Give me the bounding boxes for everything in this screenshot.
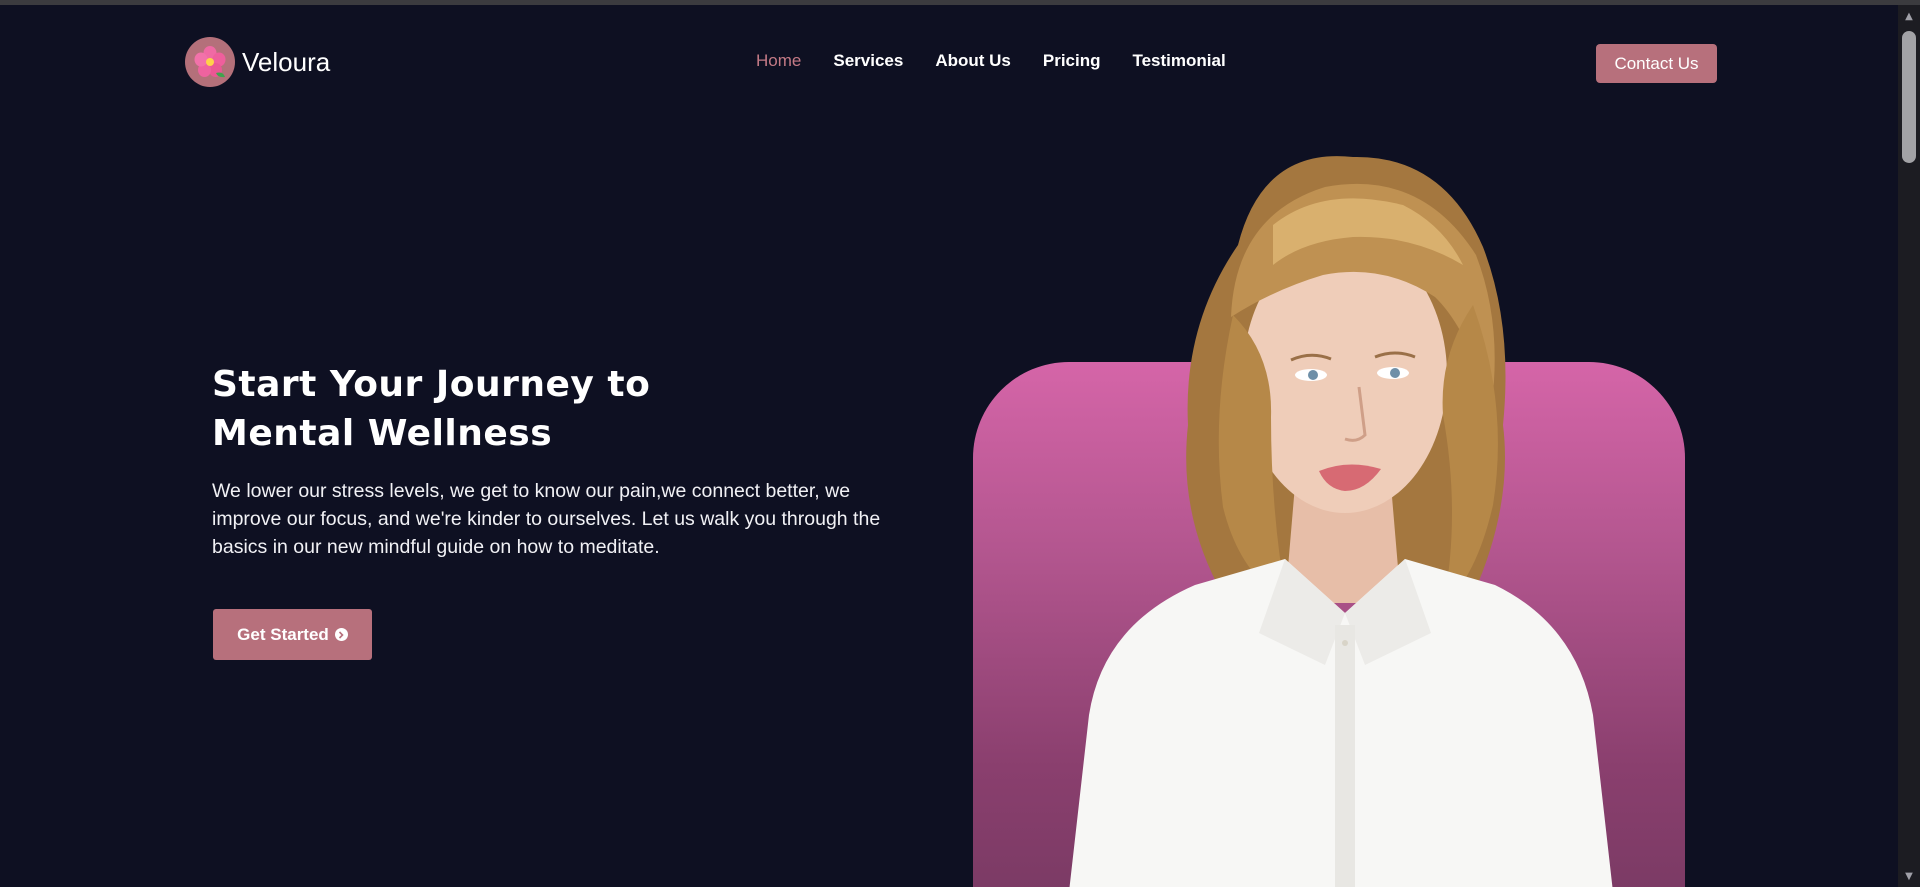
hero-description: We lower our stress levels, we get to kn… (212, 480, 881, 558)
hero-title-line-1: Start Your Journey to (212, 364, 651, 405)
arrow-circle-right-icon (334, 628, 348, 641)
nav-link-services[interactable]: Services (833, 51, 903, 71)
hero-image (973, 155, 1685, 887)
nav-link-pricing[interactable]: Pricing (1043, 51, 1101, 71)
scroll-up-arrow-icon[interactable]: ▲ (1898, 7, 1920, 25)
page: Veloura Home Services About Us Pricing T… (0, 5, 1898, 887)
nav-link-testimonial[interactable]: Testimonial (1132, 51, 1225, 71)
contact-us-button[interactable]: Contact Us (1596, 44, 1717, 83)
hero-title: Start Your Journey to Mental Wellness (212, 360, 812, 458)
hero-title-line-2: Mental Wellness (212, 413, 553, 454)
get-started-button[interactable]: Get Started (213, 609, 372, 660)
navbar: Veloura Home Services About Us Pricing T… (0, 33, 1898, 91)
brand-name: Veloura (242, 46, 331, 77)
brand-logo[interactable]: Veloura (185, 37, 330, 87)
get-started-label: Get Started (237, 624, 329, 644)
scroll-down-arrow-icon[interactable]: ▼ (1898, 867, 1920, 885)
vertical-scrollbar[interactable]: ▲ ▼ (1898, 5, 1920, 887)
nav-link-home[interactable]: Home (756, 51, 801, 71)
portrait-woman-image (1069, 156, 1613, 887)
nav-links: Home Services About Us Pricing Testimoni… (756, 51, 1258, 71)
scrollbar-thumb[interactable] (1902, 31, 1916, 163)
nav-link-about-us[interactable]: About Us (935, 51, 1011, 71)
hibiscus-flower-icon (185, 37, 235, 87)
